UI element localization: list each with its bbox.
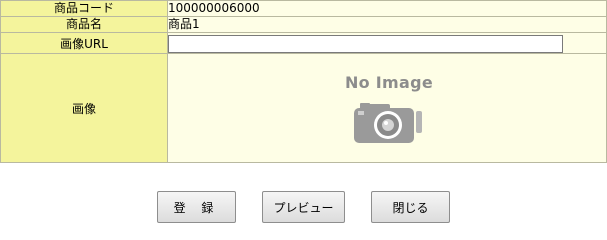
- form-row-image: 画像 No Image: [0, 53, 607, 163]
- no-image-placeholder: No Image: [344, 73, 434, 143]
- form-row-product-code: 商品コード 100000006000: [0, 0, 607, 17]
- register-button[interactable]: 登 録: [157, 191, 236, 223]
- image-url-input[interactable]: [168, 34, 563, 53]
- product-code-label: 商品コード: [0, 0, 168, 17]
- image-url-cell: [167, 32, 607, 54]
- image-label: 画像: [0, 53, 168, 163]
- image-url-label: 画像URL: [0, 32, 168, 54]
- product-code-value: 100000006000: [167, 0, 607, 17]
- form-row-image-url: 画像URL: [0, 32, 607, 54]
- product-name-value: 商品1: [167, 16, 607, 33]
- image-cell: No Image: [167, 53, 607, 163]
- product-form-table: 商品コード 100000006000 商品名 商品1 画像URL 画像 No I…: [0, 0, 607, 163]
- camera-icon: [354, 103, 422, 143]
- form-row-product-name: 商品名 商品1: [0, 16, 607, 33]
- product-name-label: 商品名: [0, 16, 168, 33]
- close-button[interactable]: 閉じる: [371, 191, 450, 223]
- preview-button[interactable]: プレビュー: [262, 191, 345, 223]
